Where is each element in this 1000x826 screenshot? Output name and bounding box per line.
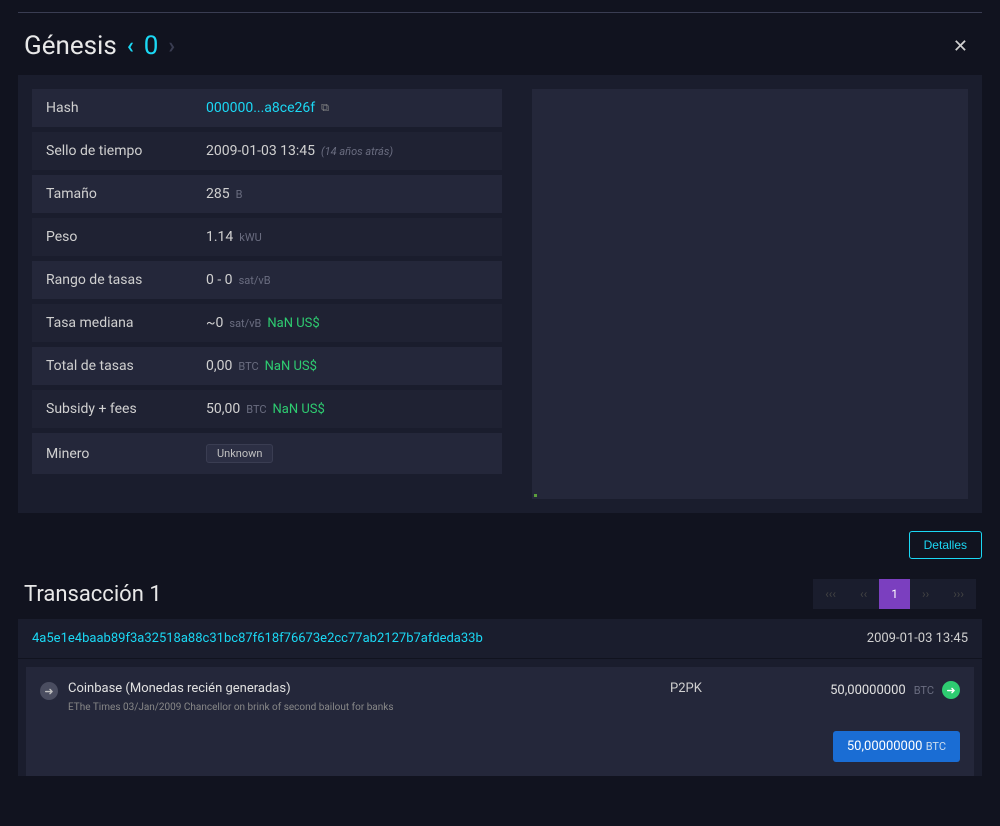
block-details-table: Hash 000000...a8ce26f ⧉ Sello de tiempo … bbox=[32, 89, 502, 499]
page-last: ››› bbox=[941, 579, 976, 609]
tx-total-amount-button[interactable]: 50,00000000 BTC bbox=[833, 731, 960, 762]
row-subsidy: Subsidy + fees 50,00 BTC NaN US$ bbox=[32, 390, 502, 428]
tx-input-label: Coinbase (Monedas recién generadas) bbox=[68, 681, 660, 696]
hash-link[interactable]: 000000...a8ce26f bbox=[206, 100, 315, 116]
prev-block-arrow[interactable]: ‹ bbox=[127, 34, 134, 59]
timestamp-relative: (14 años atrás) bbox=[321, 145, 393, 158]
block-visualization[interactable] bbox=[532, 89, 968, 499]
pagination: ‹‹‹ ‹‹ 1 ›› ››› bbox=[813, 579, 976, 609]
row-timestamp: Sello de tiempo 2009-01-03 13:45 (14 año… bbox=[32, 132, 502, 170]
row-weight: Peso 1.14 kWU bbox=[32, 218, 502, 256]
close-icon[interactable]: ✕ bbox=[945, 32, 976, 61]
transactions-title: Transacción 1 bbox=[24, 582, 162, 607]
totalfees-value: 0,00 bbox=[206, 358, 232, 374]
tx-timestamp: 2009-01-03 13:45 bbox=[867, 631, 968, 646]
row-size: Tamaño 285 B bbox=[32, 175, 502, 213]
medianfee-value: ~0 bbox=[206, 315, 223, 331]
arrow-right-icon: ➜ bbox=[40, 682, 58, 700]
size-value: 285 bbox=[206, 186, 230, 202]
subsidy-value: 50,00 bbox=[206, 401, 240, 417]
tx-hash-link[interactable]: 4a5e1e4baab89f3a32518a88c31bc87f618f7667… bbox=[32, 631, 483, 646]
weight-value: 1.14 bbox=[206, 229, 233, 245]
viz-tx-dot bbox=[534, 494, 537, 497]
tx-output-amount: 50,00000000 bbox=[830, 683, 906, 698]
miner-badge[interactable]: Unknown bbox=[206, 444, 273, 463]
timestamp-value: 2009-01-03 13:45 bbox=[206, 143, 315, 159]
block-number[interactable]: 0 bbox=[144, 31, 159, 61]
row-hash: Hash 000000...a8ce26f ⧉ bbox=[32, 89, 502, 127]
copy-icon[interactable]: ⧉ bbox=[321, 101, 329, 115]
medianfee-usd: NaN US$ bbox=[267, 316, 319, 331]
transaction-card: 4a5e1e4baab89f3a32518a88c31bc87f618f7667… bbox=[18, 619, 982, 776]
tx-coinbase-message: EThe Times 03/Jan/2009 Chancellor on bri… bbox=[68, 702, 660, 713]
page-title: Génesis bbox=[24, 31, 117, 61]
row-miner: Minero Unknown bbox=[32, 433, 502, 474]
block-details-card: Hash 000000...a8ce26f ⧉ Sello de tiempo … bbox=[18, 75, 982, 513]
next-block-arrow: › bbox=[168, 34, 175, 59]
page-first: ‹‹‹ bbox=[813, 579, 848, 609]
row-medianfee: Tasa mediana ~0 sat/vB NaN US$ bbox=[32, 304, 502, 342]
details-button[interactable]: Detalles bbox=[909, 531, 982, 559]
page-next: ›› bbox=[910, 579, 941, 609]
block-header: Génesis ‹ 0 › ✕ bbox=[0, 13, 1000, 75]
output-arrow-icon[interactable]: ➜ bbox=[942, 681, 960, 699]
row-feerange: Rango de tasas 0 - 0 sat/vB bbox=[32, 261, 502, 299]
totalfees-usd: NaN US$ bbox=[265, 359, 317, 374]
subsidy-usd: NaN US$ bbox=[273, 402, 325, 417]
row-totalfees: Total de tasas 0,00 BTC NaN US$ bbox=[32, 347, 502, 385]
tx-output-type: P2PK bbox=[670, 681, 750, 696]
page-current[interactable]: 1 bbox=[879, 579, 910, 609]
feerange-value: 0 - 0 bbox=[206, 272, 233, 288]
page-prev: ‹‹ bbox=[848, 579, 879, 609]
